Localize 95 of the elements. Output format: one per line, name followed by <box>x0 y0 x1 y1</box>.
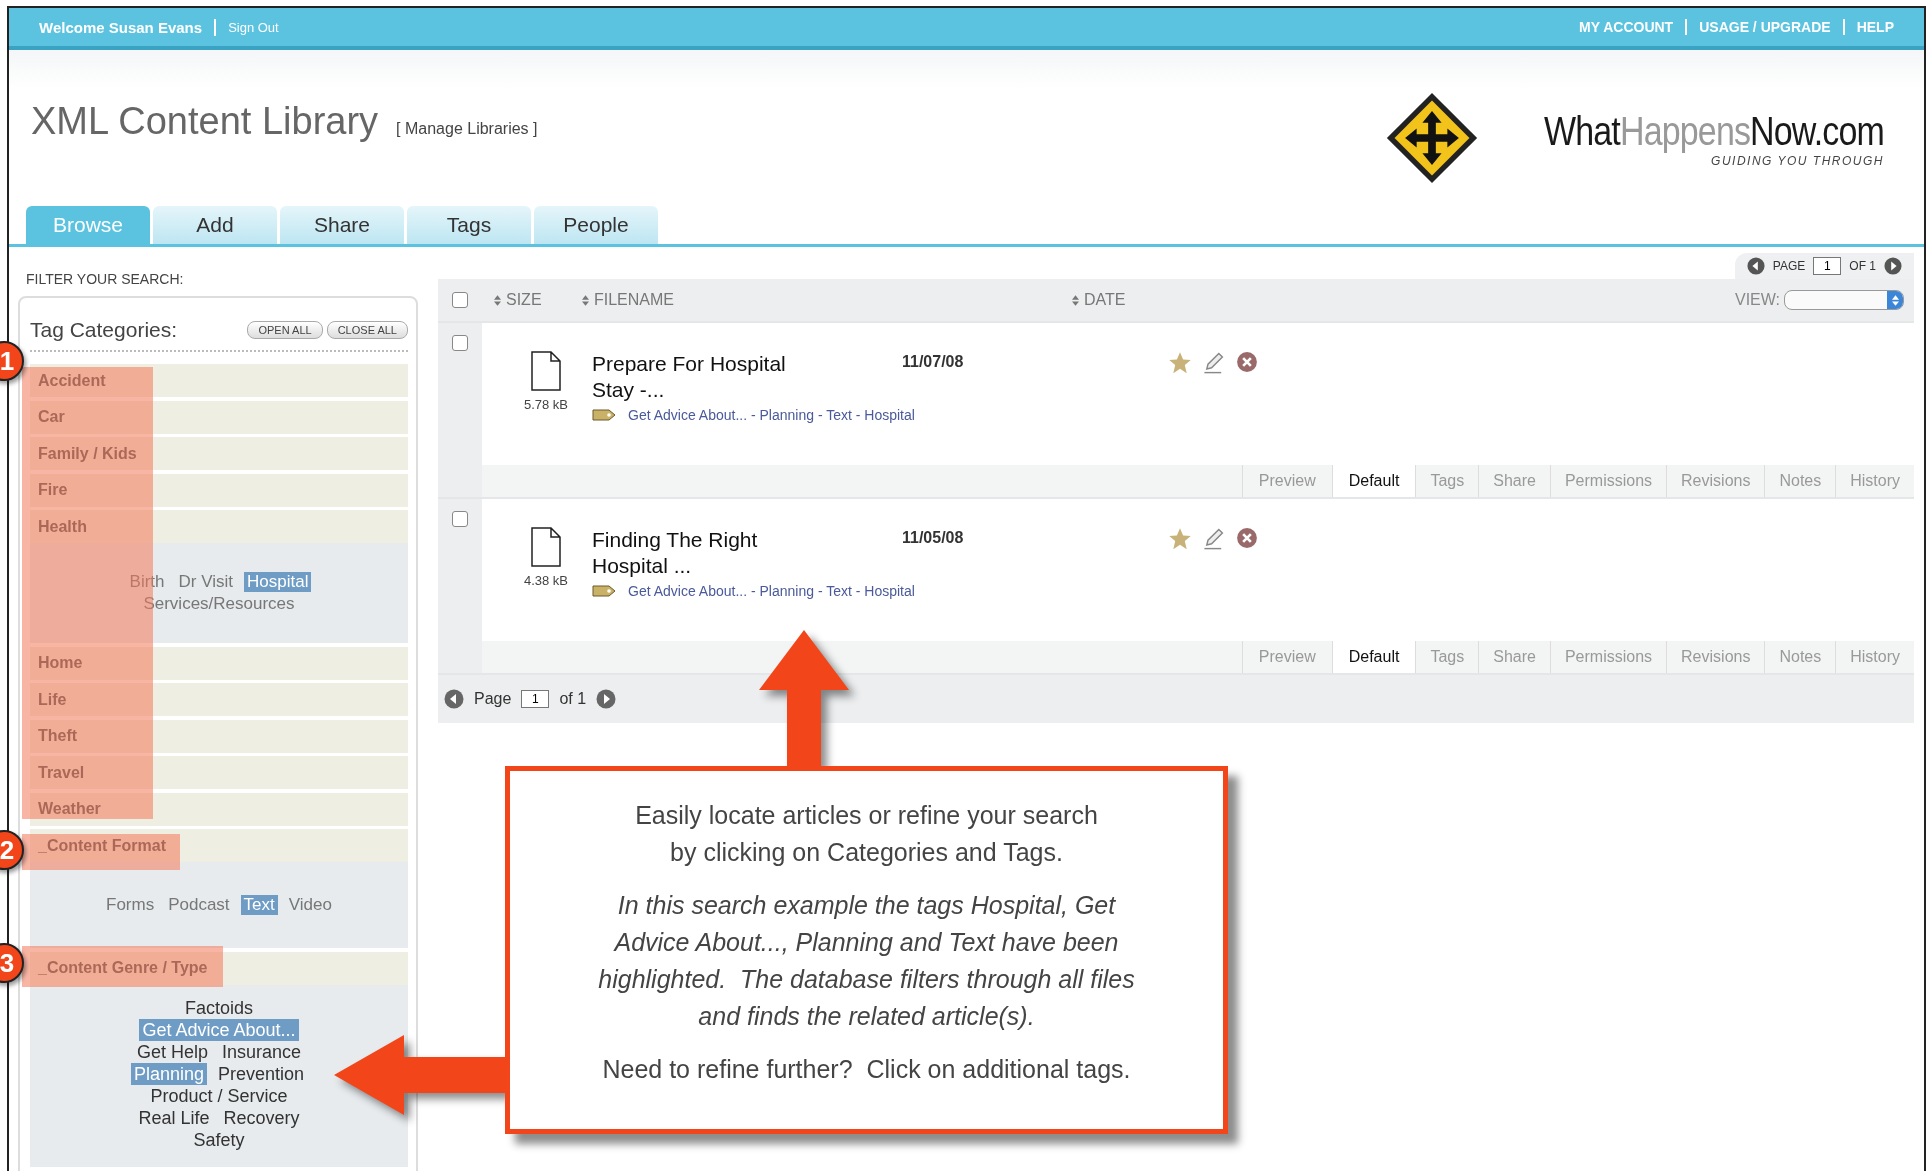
tag-link[interactable]: Recovery <box>220 1106 303 1129</box>
category-row[interactable]: Theft <box>30 719 408 753</box>
category-row[interactable]: Life <box>30 683 408 716</box>
step-marker: 1 <box>0 341 24 381</box>
manage-libraries-link[interactable]: [ Manage Libraries ] <box>396 120 538 138</box>
view-label: VIEW: <box>1734 291 1780 309</box>
tag-link[interactable]: Text <box>240 895 278 915</box>
sort-icon[interactable] <box>494 294 501 306</box>
filter-label: FILTER YOUR SEARCH: <box>25 270 185 289</box>
row-checkbox[interactable] <box>452 335 468 351</box>
file-date: 11/07/08 <box>902 352 965 371</box>
page-count: of 1 <box>559 690 587 708</box>
nav-tab[interactable]: People <box>534 206 658 244</box>
previous-page-icon[interactable] <box>444 689 464 709</box>
sign-out-link[interactable]: Sign Out <box>228 19 279 35</box>
tag-icon <box>592 584 616 598</box>
pencil-icon[interactable] <box>1202 527 1226 551</box>
panel-title: Tag Categories: <box>30 318 178 342</box>
star-icon[interactable] <box>1168 351 1192 375</box>
page-input[interactable]: 1 <box>1813 257 1842 275</box>
next-page-icon[interactable] <box>1884 257 1902 275</box>
callout-text: Need to refine further? Click on additional tags. <box>601 1054 1132 1085</box>
tag-icon <box>592 408 616 422</box>
tag-link[interactable]: Planning <box>130 1062 207 1085</box>
nav-tab[interactable]: Browse <box>26 206 150 244</box>
arrows-sign-icon <box>1384 90 1480 186</box>
file-tags[interactable]: Get Advice About... - Planning - Text - Hospital <box>628 407 915 423</box>
next-page-icon[interactable] <box>596 689 617 709</box>
category-row[interactable]: Travel <box>30 756 408 789</box>
delete-icon[interactable] <box>1236 351 1258 373</box>
category-row[interactable]: Home <box>30 646 408 680</box>
star-icon[interactable] <box>1168 527 1192 551</box>
file-size: 5.78 kB <box>523 397 569 412</box>
tag-link[interactable]: Get Advice About... <box>139 1018 299 1041</box>
category-row[interactable]: Fire <box>30 473 408 507</box>
view-select[interactable] <box>1784 290 1904 310</box>
previous-page-icon[interactable] <box>1746 257 1765 275</box>
category-row[interactable]: _Content Format <box>30 829 408 862</box>
tag-link[interactable]: Product / Service <box>147 1084 291 1107</box>
logo-tagline: GUIDING YOU THROUGH <box>1711 153 1884 168</box>
tag-link[interactable]: Real Life <box>135 1106 213 1129</box>
file-title[interactable]: Prepare For Hospital Stay -... <box>592 351 820 403</box>
column-header[interactable]: FILENAME <box>594 291 674 309</box>
category-row[interactable]: Accident <box>30 364 408 397</box>
column-header[interactable]: DATE <box>1084 291 1126 309</box>
category-row[interactable]: Car <box>30 400 408 434</box>
welcome-text: Welcome Susan Evans <box>39 18 217 36</box>
account-link[interactable]: USAGE / UPGRADE <box>1685 19 1831 35</box>
step-marker: 2 <box>0 830 24 870</box>
category-row[interactable]: Weather <box>30 792 408 826</box>
callout-text: Easily locate articles or refine your search by clicking on Categories and Tags. <box>634 800 1099 868</box>
category-row[interactable]: _Content Genre / Type <box>30 951 408 985</box>
nav-tab[interactable]: Share <box>280 206 404 244</box>
file-title[interactable]: Finding The Right Hospital ... <box>592 527 820 579</box>
spinner-arrows-icon <box>1891 294 1899 306</box>
pencil-icon[interactable] <box>1202 351 1226 375</box>
tag-link[interactable]: Get Help <box>133 1040 211 1063</box>
nav-tab[interactable]: Add <box>153 206 277 244</box>
file-date: 11/05/08 <box>902 528 965 547</box>
file-tab[interactable]: Default <box>1331 641 1416 673</box>
tag-link[interactable]: Hospital <box>244 572 312 592</box>
tag-link[interactable]: Insurance <box>219 1040 305 1063</box>
toggle-all-button[interactable]: OPEN ALL <box>247 321 323 339</box>
file-icon <box>531 351 561 391</box>
tag-link[interactable]: Podcast <box>165 895 233 915</box>
delete-icon[interactable] <box>1236 527 1258 549</box>
column-header[interactable]: SIZE <box>506 291 542 309</box>
tag-link[interactable]: Factoids <box>182 996 256 1019</box>
page-label: PAGE <box>1772 259 1806 273</box>
tag-link[interactable]: Prevention <box>215 1062 308 1085</box>
category-row[interactable]: Family / Kids <box>30 437 408 470</box>
page-input[interactable]: 1 <box>521 690 550 708</box>
account-link[interactable]: HELP <box>1842 19 1894 35</box>
logo-text: WhatHappensNow.com <box>1544 108 1884 154</box>
file-icon <box>531 527 561 567</box>
page-count: OF 1 <box>1849 259 1876 273</box>
tag-link[interactable]: Forms <box>103 895 158 915</box>
file-tags[interactable]: Get Advice About... - Planning - Text - Hospital <box>628 583 915 599</box>
tag-link[interactable]: Dr Visit <box>175 572 236 592</box>
step-marker: 3 <box>0 943 24 983</box>
sort-icon[interactable] <box>1072 294 1079 306</box>
app-title: XML Content Library <box>31 100 379 143</box>
tag-link[interactable]: Safety <box>190 1128 248 1151</box>
nav-tab[interactable]: Tags <box>407 206 531 244</box>
select-all-checkbox[interactable] <box>452 292 468 308</box>
tag-link[interactable]: Video <box>285 895 335 915</box>
category-row[interactable]: Health <box>30 510 408 543</box>
file-size: 4.38 kB <box>523 573 569 588</box>
page-label: Page <box>474 690 512 708</box>
sort-icon[interactable] <box>582 294 589 306</box>
row-checkbox[interactable] <box>452 511 468 527</box>
callout-text: In this search example the tags Hospital, Get Advice About..., Planning and Text have been highlighted. The database filters through all files and finds the related article(s). <box>597 890 1136 1032</box>
toggle-all-button[interactable]: CLOSE ALL <box>326 321 408 339</box>
file-tab[interactable]: Default <box>1331 465 1416 497</box>
account-link[interactable]: MY ACCOUNT <box>1579 19 1674 35</box>
